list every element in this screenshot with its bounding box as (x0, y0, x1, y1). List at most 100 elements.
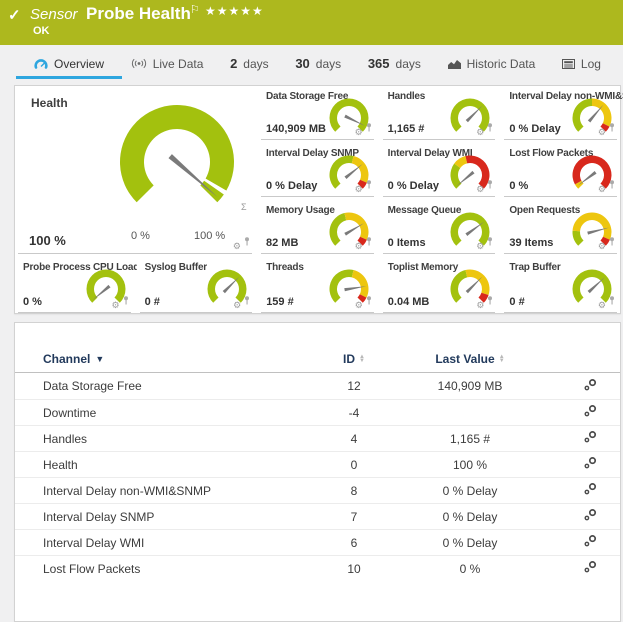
channel-settings-icon[interactable] (583, 404, 598, 418)
pin-icon[interactable] (609, 233, 615, 251)
pin-icon[interactable] (487, 119, 493, 137)
gauges-panel: Health Σ 0 % 100 % 100 % ⚙ Data Storage … (14, 85, 621, 314)
tab-label: Log (581, 57, 601, 71)
pin-icon[interactable] (487, 233, 493, 251)
gear-icon[interactable]: ⚙ (355, 185, 363, 194)
gear-icon[interactable]: ⚙ (476, 301, 484, 310)
column-channel[interactable]: Channel ▼ (43, 352, 323, 366)
gear-icon[interactable]: ⚙ (476, 128, 484, 137)
flag-icon[interactable]: ⚐ (190, 3, 200, 16)
channel-table-panel: Channel ▼ ID ▲▼ Last Value ▲▼ Data Stora… (14, 322, 621, 622)
gear-icon[interactable]: ⚙ (355, 301, 363, 310)
tab-log[interactable]: Log (558, 47, 605, 80)
channel-settings-icon[interactable] (583, 534, 598, 548)
table-header-row: Channel ▼ ID ▲▼ Last Value ▲▼ (15, 345, 620, 373)
pin-icon[interactable] (487, 176, 493, 194)
pin-icon[interactable] (244, 233, 250, 251)
cell-last-value: 0 % Delay (385, 536, 555, 550)
pin-icon (366, 237, 372, 246)
gear-icon[interactable]: ⚙ (476, 185, 484, 194)
gear-icon[interactable]: ⚙ (112, 301, 120, 310)
gauge-tile-handles: Handles1,165 #⚙ (380, 86, 499, 140)
cell-last-value: 140,909 MB (385, 379, 555, 393)
gear-icon[interactable]: ⚙ (355, 242, 363, 251)
tab-2-days[interactable]: 2days (226, 47, 273, 80)
channel-settings-icon[interactable] (583, 430, 598, 444)
pin-icon (487, 123, 493, 132)
gauge-value: 0 % Delay (266, 180, 317, 192)
gauge-arc (107, 96, 247, 228)
pin-icon (366, 296, 372, 305)
pin-icon[interactable] (123, 292, 129, 310)
gauge-scale-min: 0 % (131, 230, 150, 242)
tab-365-days[interactable]: 365 days (364, 47, 425, 80)
pin-icon[interactable] (487, 292, 493, 310)
cell-last-value: 1,165 # (385, 432, 555, 446)
priority-stars[interactable]: ★★★★★ (205, 4, 264, 18)
pin-icon[interactable] (244, 292, 250, 310)
table-row[interactable]: Handles41,165 # (15, 425, 620, 451)
tile-actions: ⚙ (355, 292, 372, 310)
cell-channel: Interval Delay SNMP (43, 510, 323, 524)
table-row[interactable]: Data Storage Free12140,909 MB (15, 373, 620, 399)
table-row[interactable]: Lost Flow Packets100 % (15, 555, 620, 581)
table-row[interactable]: Interval Delay non-WMI&SNMP80 % Delay (15, 477, 620, 503)
gear-icon[interactable]: ⚙ (233, 242, 241, 251)
gauge-tile-interval-delay-wmi: Interval Delay WMI0 % Delay⚙ (380, 143, 499, 197)
tab-overview[interactable]: Overview (30, 47, 108, 80)
cell-id: 0 (323, 458, 385, 472)
tab-30-days[interactable]: 30days (291, 47, 345, 80)
channel-settings-icon[interactable] (583, 508, 598, 522)
tile-actions: ⚙ (598, 233, 615, 251)
gauge-value: 100 % (29, 233, 66, 248)
pin-icon[interactable] (366, 176, 372, 194)
gear-icon[interactable]: ⚙ (233, 301, 241, 310)
pin-icon (123, 296, 129, 305)
tab-historic-data[interactable]: Historic Data (444, 47, 540, 80)
tab-number: 365 (368, 56, 390, 71)
gauge-tile-health: Health Σ 0 % 100 % 100 % ⚙ (15, 86, 255, 254)
cell-link (555, 404, 623, 421)
tab-label: days (396, 57, 421, 71)
table-row[interactable]: Interval Delay WMI60 % Delay (15, 529, 620, 555)
cell-link (555, 482, 623, 499)
table-row[interactable]: Health0100 % (15, 451, 620, 477)
status-badge: OK (33, 25, 50, 37)
channel-settings-icon[interactable] (583, 378, 598, 392)
pin-icon (487, 296, 493, 305)
table-row[interactable]: Downtime-4 (15, 399, 620, 425)
table-row[interactable]: Interval Delay SNMP70 % Delay (15, 503, 620, 529)
column-last-value[interactable]: Last Value ▲▼ (385, 352, 555, 366)
column-id[interactable]: ID ▲▼ (323, 352, 385, 366)
cell-channel: Interval Delay WMI (43, 536, 323, 550)
gear-icon[interactable]: ⚙ (355, 128, 363, 137)
cell-id: 10 (323, 562, 385, 576)
pin-icon[interactable] (366, 292, 372, 310)
pin-icon[interactable] (366, 119, 372, 137)
tile-actions: ⚙ (233, 292, 250, 310)
pin-icon[interactable] (609, 292, 615, 310)
gauge-value: 0.04 MB (388, 296, 430, 308)
channel-settings-icon[interactable] (583, 456, 598, 470)
pin-icon[interactable] (609, 119, 615, 137)
gauge-value: 159 # (266, 296, 294, 308)
gear-icon[interactable]: ⚙ (598, 185, 606, 194)
pin-icon (609, 123, 615, 132)
gauge-value: 0 % (509, 180, 528, 192)
channel-settings-icon[interactable] (583, 560, 598, 574)
historic-data-icon (448, 59, 461, 69)
pin-icon[interactable] (366, 233, 372, 251)
cell-channel: Handles (43, 432, 323, 446)
gear-icon[interactable]: ⚙ (598, 301, 606, 310)
tab-live-data[interactable]: Live Data (127, 47, 208, 80)
pin-icon[interactable] (609, 176, 615, 194)
gear-icon[interactable]: ⚙ (598, 128, 606, 137)
gear-icon[interactable]: ⚙ (598, 242, 606, 251)
cell-channel: Downtime (43, 406, 323, 420)
gear-icon[interactable]: ⚙ (476, 242, 484, 251)
pin-icon (244, 237, 250, 246)
tile-actions: ⚙ (355, 176, 372, 194)
cell-id: 7 (323, 510, 385, 524)
channel-settings-icon[interactable] (583, 482, 598, 496)
sensor-kind-label: Sensor (30, 6, 78, 23)
